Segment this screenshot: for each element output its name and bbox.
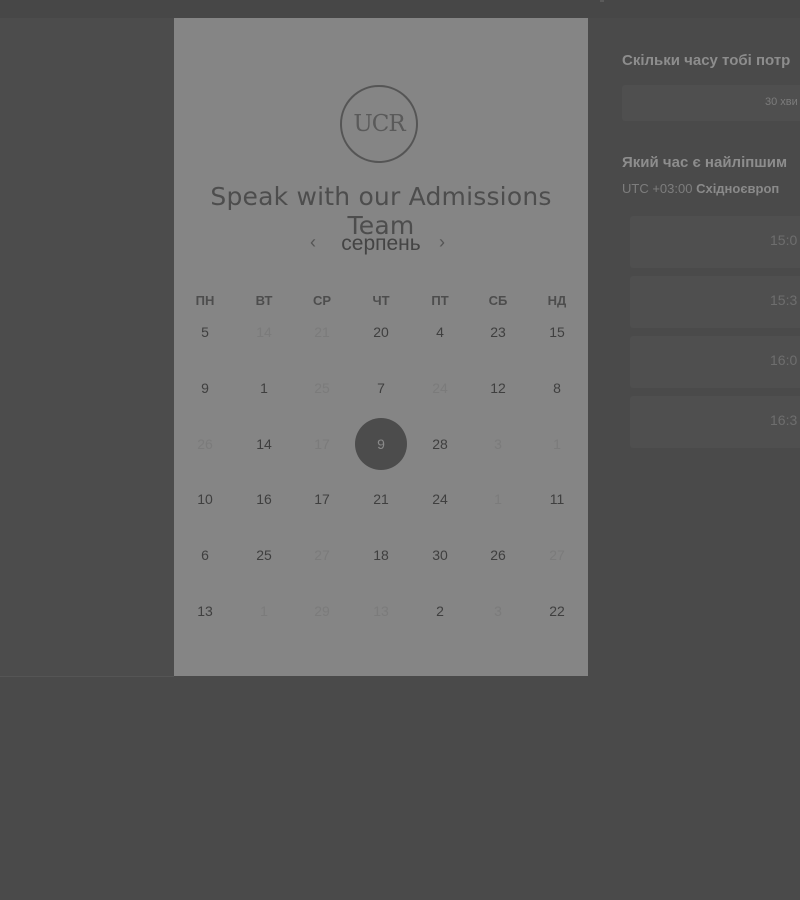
left-panel [0,18,174,677]
logo-text: UCR [353,111,405,137]
calendar-day[interactable]: 15 [531,306,583,358]
top-bar-marker [600,0,604,2]
calendar-day[interactable]: 21 [296,306,348,358]
calendar-day[interactable]: 25 [296,362,348,414]
calendar-day[interactable]: 13 [179,585,231,637]
top-bar [0,0,800,18]
time-slot-label: 16:0 [770,352,798,368]
timezone-name: Східноєвроп [696,181,780,196]
calendar-day[interactable]: 20 [355,306,407,358]
calendar-day[interactable]: 1 [238,362,290,414]
calendar-day[interactable]: 30 [414,529,466,581]
time-slot-button[interactable]: 15:0 [630,216,800,268]
calendar-day[interactable]: 14 [238,418,290,470]
calendar-day[interactable]: 26 [472,529,524,581]
calendar-day[interactable]: 6 [179,529,231,581]
calendar-day[interactable]: 27 [296,529,348,581]
calendar-day[interactable]: 7 [355,362,407,414]
calendar-day[interactable]: 1 [238,585,290,637]
calendar-day[interactable]: 24 [414,362,466,414]
ucr-logo: UCR [340,85,418,163]
calendar-day[interactable]: 21 [355,473,407,525]
calendar-day[interactable]: 14 [238,306,290,358]
calendar-day[interactable]: 26 [179,418,231,470]
calendar-day[interactable]: 24 [414,473,466,525]
duration-question: Скільки часу тобі потр [622,52,791,69]
calendar-day[interactable]: 5 [179,306,231,358]
chevron-right-icon[interactable]: › [439,232,445,253]
calendar-day[interactable]: 3 [472,585,524,637]
calendar-day[interactable]: 12 [472,362,524,414]
time-slot-label: 15:0 [770,232,798,248]
right-panel: Скільки часу тобі потр 30 хви Який час є… [606,18,800,676]
month-label: серпень [341,232,421,255]
calendar-day-selected[interactable]: 9 [355,418,407,470]
calendar-day[interactable]: 23 [472,306,524,358]
calendar-day[interactable]: 17 [296,473,348,525]
time-slot-label: 16:3 [770,412,798,428]
calendar-day[interactable]: 10 [179,473,231,525]
duration-select[interactable]: 30 хви [622,85,800,121]
time-slot-button[interactable]: 16:0 [630,336,800,388]
calendar-day[interactable]: 27 [531,529,583,581]
calendar-day[interactable]: 29 [296,585,348,637]
booking-card: UCR Speak with our Admissions Team ‹ сер… [174,18,588,676]
calendar-day[interactable]: 9 [179,362,231,414]
calendar-day[interactable]: 8 [531,362,583,414]
timezone-prefix: UTC +03:00 [622,181,693,196]
time-slot-button[interactable]: 15:3 [630,276,800,328]
calendar-day[interactable]: 1 [472,473,524,525]
calendar-day[interactable]: 28 [414,418,466,470]
time-question: Який час є найліпшим [622,154,788,171]
duration-value: 30 хви [765,96,798,108]
calendar-day[interactable]: 25 [238,529,290,581]
time-slot-button[interactable]: 16:3 [630,396,800,448]
calendar-day[interactable]: 18 [355,529,407,581]
time-slot-label: 15:3 [770,292,798,308]
calendar-day[interactable]: 22 [531,585,583,637]
calendar-day[interactable]: 2 [414,585,466,637]
calendar-day[interactable]: 11 [531,473,583,525]
calendar-day[interactable]: 16 [238,473,290,525]
calendar-day[interactable]: 1 [531,418,583,470]
calendar-day[interactable]: 4 [414,306,466,358]
timezone-label[interactable]: UTC +03:00 Східноєвроп [622,181,779,196]
calendar-day[interactable]: 13 [355,585,407,637]
calendar-day[interactable]: 17 [296,418,348,470]
calendar-day[interactable]: 3 [472,418,524,470]
month-navigation: ‹ серпень › [174,230,588,260]
